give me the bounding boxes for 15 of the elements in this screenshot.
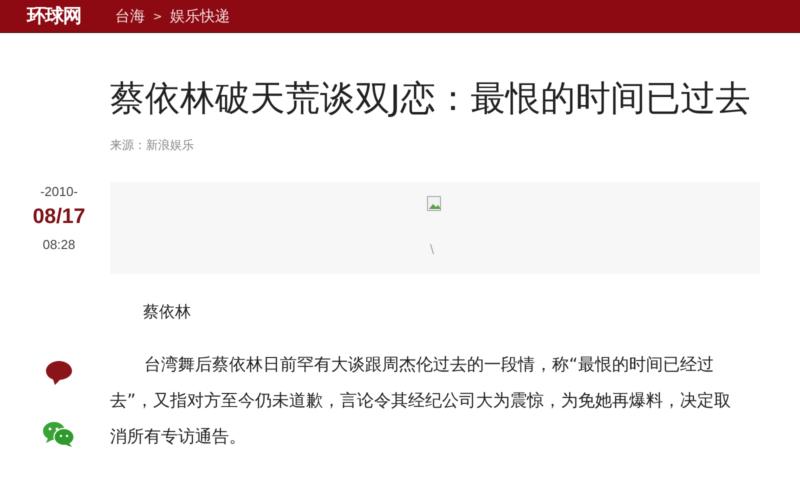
broken-image-icon	[427, 196, 443, 212]
wechat-icon[interactable]	[42, 420, 76, 448]
breadcrumb-link[interactable]: 娱乐快递	[170, 6, 230, 26]
publish-year: -2010-	[40, 184, 78, 199]
comment-icon[interactable]	[45, 360, 73, 386]
article-paragraph: 台湾舞后蔡依林日前罕有大谈跟周杰伦过去的一段情，称“最恨的时间已经过去”，又指对方至今仍未道歉，言论令其经纪公司大为震惊，为免她再爆料，决定取消所有专访通告。	[110, 354, 732, 449]
image-alt-text: \	[430, 242, 434, 256]
article-source: 来源：新浪娱乐	[110, 137, 195, 154]
article-title: 蔡依林破天荒谈双J恋：最恨的时间已过去	[110, 78, 752, 121]
breadcrumb-link[interactable]: 台海	[115, 6, 145, 26]
breadcrumb-separator: >	[153, 10, 162, 22]
image-caption: 蔡依林	[143, 302, 192, 323]
publish-time: 08:28	[42, 237, 76, 252]
publish-date: 08/17	[32, 205, 86, 229]
site-logo[interactable]: 环球网	[27, 3, 81, 29]
